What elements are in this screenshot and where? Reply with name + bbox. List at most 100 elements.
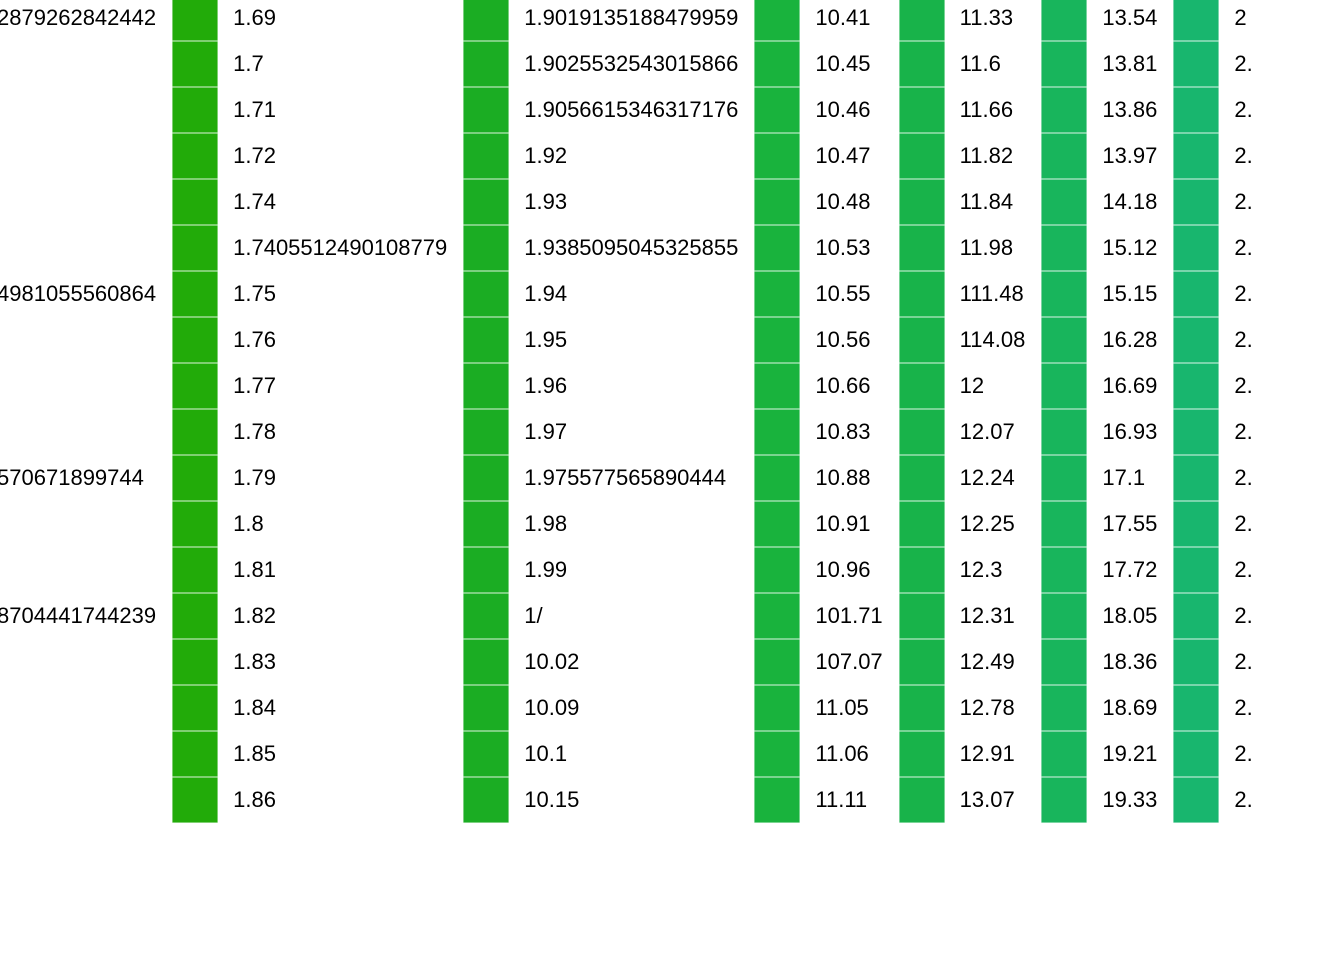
- legend-entry[interactable]: 2.: [1173, 41, 1268, 87]
- legend-entry[interactable]: 2.: [1173, 685, 1268, 731]
- legend-entry[interactable]: 12.78: [898, 685, 1042, 731]
- legend-entry[interactable]: 1.6148704441744239: [0, 593, 172, 639]
- legend-entry[interactable]: 1.78: [172, 409, 463, 455]
- legend-entry[interactable]: 1.59: [0, 409, 172, 455]
- legend-entry[interactable]: 2.: [1173, 363, 1268, 409]
- legend-entry[interactable]: 17.1: [1041, 455, 1173, 501]
- legend-entry[interactable]: 10.83: [754, 409, 898, 455]
- legend-entry[interactable]: 16.93: [1041, 409, 1173, 455]
- legend-entry[interactable]: 107.07: [754, 639, 898, 685]
- legend-entry[interactable]: 1.93: [463, 179, 754, 225]
- legend-entry[interactable]: 12.31: [898, 593, 1042, 639]
- legend-entry[interactable]: 1.85: [172, 731, 463, 777]
- legend-entry[interactable]: 17.55: [1041, 501, 1173, 547]
- legend-entry[interactable]: 1.6: [0, 501, 172, 547]
- legend-entry[interactable]: 15.15: [1041, 271, 1173, 317]
- legend-entry[interactable]: 1.57: [0, 317, 172, 363]
- legend-entry[interactable]: 1.92: [463, 133, 754, 179]
- legend-entry[interactable]: 13.07: [898, 777, 1042, 823]
- legend-entry[interactable]: 1.72: [172, 133, 463, 179]
- legend-entry[interactable]: 13.54: [1041, 0, 1173, 41]
- legend-entry[interactable]: 1.84: [172, 685, 463, 731]
- legend-entry[interactable]: 10.02: [463, 639, 754, 685]
- legend-entry[interactable]: 1.56: [0, 225, 172, 271]
- legend-entry[interactable]: 11.98: [898, 225, 1042, 271]
- legend-entry[interactable]: 1.66: [0, 731, 172, 777]
- legend-entry[interactable]: 2: [1173, 0, 1268, 41]
- legend-entry[interactable]: 1.58: [0, 363, 172, 409]
- legend-entry[interactable]: 12.91: [898, 731, 1042, 777]
- legend-entry[interactable]: 1.95: [463, 317, 754, 363]
- legend-entry[interactable]: 1.83: [172, 639, 463, 685]
- legend-entry[interactable]: 1.9385095045325855: [463, 225, 754, 271]
- legend-entry[interactable]: 114.08: [898, 317, 1042, 363]
- legend-entry[interactable]: 10.96: [754, 547, 898, 593]
- legend-entry[interactable]: 11.33: [898, 0, 1042, 41]
- legend-entry[interactable]: 1.76: [172, 317, 463, 363]
- legend-entry[interactable]: 11.05: [754, 685, 898, 731]
- legend-entry[interactable]: 1.69: [172, 0, 463, 41]
- legend-entry[interactable]: 11.11: [754, 777, 898, 823]
- legend-entry[interactable]: 2.: [1173, 501, 1268, 547]
- legend-entry[interactable]: 12.3: [898, 547, 1042, 593]
- legend-entry[interactable]: 11.84: [898, 179, 1042, 225]
- legend-entry[interactable]: 1.7405512490108779: [172, 225, 463, 271]
- legend-entry[interactable]: 1.75: [172, 271, 463, 317]
- legend-entry[interactable]: 19.33: [1041, 777, 1173, 823]
- legend-entry[interactable]: 2.: [1173, 225, 1268, 271]
- legend-entry[interactable]: 1.5072879262842442: [0, 0, 172, 41]
- legend-entry[interactable]: 10.41: [754, 0, 898, 41]
- legend-entry[interactable]: 2.: [1173, 133, 1268, 179]
- legend-entry[interactable]: 10.53: [754, 225, 898, 271]
- legend-entry[interactable]: 1.94: [463, 271, 754, 317]
- legend-entry[interactable]: 1/: [463, 593, 754, 639]
- legend-entry[interactable]: 1.97: [463, 409, 754, 455]
- legend-entry[interactable]: 2.: [1173, 87, 1268, 133]
- legend-entry[interactable]: 13.81: [1041, 41, 1173, 87]
- legend-entry[interactable]: 2.: [1173, 639, 1268, 685]
- legend-entry[interactable]: 18.36: [1041, 639, 1173, 685]
- legend-entry[interactable]: 111.48: [898, 271, 1042, 317]
- legend-entry[interactable]: 1.61: [0, 547, 172, 593]
- legend-entry[interactable]: 1.77: [172, 363, 463, 409]
- legend-entry[interactable]: 11.82: [898, 133, 1042, 179]
- legend-entry[interactable]: 17.72: [1041, 547, 1173, 593]
- legend-entry[interactable]: 1.9019135188479959: [463, 0, 754, 41]
- legend-entry[interactable]: 10.45: [754, 41, 898, 87]
- legend-entry[interactable]: 12.25: [898, 501, 1042, 547]
- legend-entry[interactable]: 10.66: [754, 363, 898, 409]
- legend-entry[interactable]: 12.24: [898, 455, 1042, 501]
- legend-entry[interactable]: 2.: [1173, 317, 1268, 363]
- legend-entry[interactable]: 1.7: [172, 41, 463, 87]
- legend-entry[interactable]: 12: [898, 363, 1042, 409]
- legend-entry[interactable]: 1.9056615346317176: [463, 87, 754, 133]
- legend-entry[interactable]: 1.79: [172, 455, 463, 501]
- legend-entry[interactable]: 10.1: [463, 731, 754, 777]
- legend-entry[interactable]: 2.: [1173, 547, 1268, 593]
- legend-entry[interactable]: 18.05: [1041, 593, 1173, 639]
- legend-entry[interactable]: 1.82: [172, 593, 463, 639]
- legend-entry[interactable]: 10.15: [463, 777, 754, 823]
- legend-entry[interactable]: 10.47: [754, 133, 898, 179]
- legend-entry[interactable]: 10.48: [754, 179, 898, 225]
- legend-entry[interactable]: 101.71: [754, 593, 898, 639]
- legend-entry[interactable]: 2.: [1173, 731, 1268, 777]
- legend-entry[interactable]: 1.62: [0, 639, 172, 685]
- legend-entry[interactable]: 13.86: [1041, 87, 1173, 133]
- legend-entry[interactable]: 12.07: [898, 409, 1042, 455]
- legend-entry[interactable]: 10.56: [754, 317, 898, 363]
- legend-entry[interactable]: 11.6: [898, 41, 1042, 87]
- legend-entry[interactable]: 1.64: [0, 685, 172, 731]
- legend-entry[interactable]: 10.91: [754, 501, 898, 547]
- legend-entry[interactable]: 11.66: [898, 87, 1042, 133]
- legend-entry[interactable]: 1.86: [172, 777, 463, 823]
- legend-entry[interactable]: 1.52: [0, 41, 172, 87]
- legend-entry[interactable]: 1.99: [463, 547, 754, 593]
- legend-entry[interactable]: 16.28: [1041, 317, 1173, 363]
- legend-entry[interactable]: 1.54: [0, 133, 172, 179]
- legend-entry[interactable]: 1.5674981055560864: [0, 271, 172, 317]
- legend-entry[interactable]: 1.81: [172, 547, 463, 593]
- legend-entry[interactable]: 10.55: [754, 271, 898, 317]
- legend-entry[interactable]: 10.09: [463, 685, 754, 731]
- legend-entry[interactable]: 2.: [1173, 455, 1268, 501]
